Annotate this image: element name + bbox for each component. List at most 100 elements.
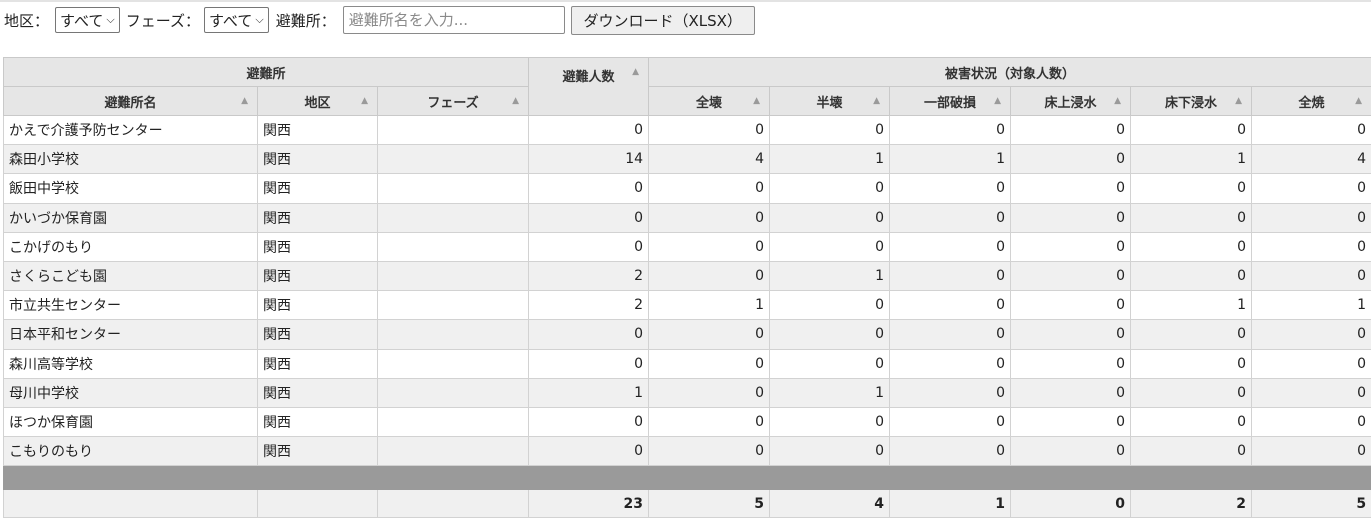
cell-area: 関西 [257, 319, 378, 350]
cell-partial-damage: 0 [889, 377, 1012, 408]
column-header-label: 全焼 [1298, 95, 1325, 111]
cell-partial-damage: 0 [889, 231, 1012, 262]
cell-phase [376, 406, 530, 438]
cell-total-collapse: 0 [648, 260, 771, 292]
chevron-down-icon: ⌵ [106, 13, 115, 26]
cell-area: 関西 [257, 348, 378, 379]
group-header-shelter: 避難所 [2, 57, 530, 87]
sort-icon: ▲ [512, 96, 520, 106]
table-row[interactable]: 市立共生センター 関西 2 1 0 0 0 1 1 [3, 290, 1371, 321]
cell-half-collapse: 0 [769, 436, 891, 467]
cell-area: 関西 [257, 173, 378, 204]
cell-shelter-name: こもりのもり [3, 436, 258, 467]
table-row[interactable]: こもりのもり 関西 0 0 0 0 0 0 0 [3, 436, 1371, 467]
separator-cell [2, 465, 1371, 491]
cell-evacuees: 0 [528, 173, 650, 204]
column-header-label: 床下浸水 [1165, 95, 1218, 111]
cell-below-floor-flood: 0 [1130, 202, 1253, 233]
sort-icon: ▲ [632, 67, 640, 77]
cell-area: 関西 [257, 114, 378, 146]
cell-evacuees: 2 [528, 290, 650, 321]
cell-partial-damage: 1 [889, 144, 1012, 175]
cell-shelter-name: 森田小学校 [3, 144, 258, 175]
cell-phase [376, 436, 530, 467]
table-row[interactable]: 飯田中学校 関西 0 0 0 0 0 0 0 [3, 173, 1371, 204]
sort-icon: ▲ [1355, 96, 1363, 106]
cell-partial-damage: 0 [889, 348, 1012, 379]
cell-total-fire: 4 [1251, 144, 1371, 175]
column-header-total-fire[interactable]: 全焼 ▲ [1251, 86, 1371, 116]
cell-shelter-name: 母川中学校 [3, 377, 258, 408]
column-header-total-collapse[interactable]: 全壊 ▲ [648, 86, 771, 116]
cell-above-floor-flood: 0 [1010, 436, 1132, 467]
cell-above-floor-flood: 0 [1010, 290, 1132, 321]
totals-row: 23 5 4 1 0 2 5 [3, 489, 1371, 518]
download-xlsx-button[interactable]: ダウンロード（XLSX） [570, 5, 755, 35]
cell-partial-damage: 0 [889, 260, 1012, 292]
cell-shelter-name: 森川高等学校 [3, 348, 258, 379]
chevron-down-icon: ⌵ [255, 13, 264, 26]
cell-below-floor-flood: 0 [1130, 436, 1253, 467]
cell-evacuees: 0 [528, 202, 650, 233]
cell-shelter-name: さくらこども園 [3, 260, 258, 292]
cell-area: 関西 [257, 377, 378, 408]
sort-icon: ▲ [361, 96, 368, 106]
cell-evacuees: 0 [528, 114, 650, 146]
area-select[interactable]: すべて ⌵ [55, 7, 120, 33]
column-header-above-floor-flood[interactable]: 床上浸水 ▲ [1010, 86, 1132, 116]
cell-above-floor-flood: 0 [1010, 260, 1132, 292]
cell-total-collapse: 0 [648, 114, 771, 146]
cell-shelter-name: 日本平和センター [3, 319, 258, 350]
cell-shelter-name: かえで介護予防センター [3, 114, 258, 146]
total-empty-cell [376, 489, 530, 518]
cell-above-floor-flood: 0 [1010, 202, 1132, 233]
cell-total-collapse: 0 [648, 377, 771, 408]
column-header-phase[interactable]: フェーズ ▲ [376, 86, 530, 116]
column-header-label: フェーズ [427, 95, 479, 111]
table-row[interactable]: かいづか保育園 関西 0 0 0 0 0 0 0 [3, 202, 1371, 233]
cell-half-collapse: 0 [769, 290, 891, 321]
table-row[interactable]: 母川中学校 関西 1 0 1 0 0 0 0 [3, 377, 1371, 408]
cell-above-floor-flood: 0 [1010, 231, 1132, 262]
table-row[interactable]: かえで介護予防センター 関西 0 0 0 0 0 0 0 [3, 114, 1371, 146]
cell-total-collapse: 4 [648, 144, 771, 175]
cell-half-collapse: 0 [769, 202, 891, 233]
cell-partial-damage: 0 [889, 406, 1012, 438]
cell-above-floor-flood: 0 [1010, 319, 1132, 350]
shelter-filter-label: 避難所： [275, 11, 336, 30]
cell-evacuees: 2 [528, 260, 650, 292]
phase-select[interactable]: すべて ⌵ [203, 7, 269, 33]
table-row[interactable]: 日本平和センター 関西 0 0 0 0 0 0 0 [3, 319, 1371, 350]
cell-phase [376, 202, 530, 233]
table-row[interactable]: 森田小学校 関西 14 4 1 1 0 1 4 [3, 144, 1371, 175]
cell-phase [376, 173, 530, 204]
cell-total-fire: 0 [1251, 436, 1371, 467]
cell-below-floor-flood: 0 [1130, 377, 1253, 408]
total-empty-cell [3, 489, 258, 518]
table-row[interactable]: 森川高等学校 関西 0 0 0 0 0 0 0 [3, 348, 1371, 379]
column-header-shelter-name[interactable]: 避難所名 ▲ [3, 86, 258, 116]
column-header-evacuees[interactable]: 避難人数 ▲ [528, 57, 650, 116]
cell-partial-damage: 0 [889, 173, 1012, 204]
cell-half-collapse: 1 [769, 144, 891, 175]
cell-evacuees: 14 [528, 144, 650, 175]
column-header-label: 全壊 [696, 95, 723, 111]
shelter-search-input[interactable] [342, 6, 565, 34]
table-row[interactable]: さくらこども園 関西 2 0 1 0 0 0 0 [3, 260, 1371, 292]
column-header-half-collapse[interactable]: 半壊 ▲ [769, 86, 891, 116]
cell-total-collapse: 1 [648, 290, 771, 321]
table-row[interactable]: ほつか保育園 関西 0 0 0 0 0 0 0 [3, 406, 1371, 438]
cell-total-collapse: 0 [648, 406, 771, 438]
column-header-partial-damage[interactable]: 一部破損 ▲ [889, 86, 1012, 116]
cell-above-floor-flood: 0 [1010, 173, 1132, 204]
cell-phase [376, 348, 530, 379]
cell-below-floor-flood: 1 [1130, 144, 1253, 175]
cell-half-collapse: 0 [769, 348, 891, 379]
shelter-damage-table: 避難所 避難人数 ▲ 被害状況（対象人数） 避難所名 ▲ 地区 ▲ フェーズ ▲ 全壊… [2, 57, 1371, 518]
cell-total-fire: 0 [1251, 348, 1371, 379]
column-header-below-floor-flood[interactable]: 床下浸水 ▲ [1130, 86, 1253, 116]
table-row[interactable]: こかげのもり 関西 0 0 0 0 0 0 0 [3, 231, 1371, 262]
total-cell-total-fire: 5 [1251, 489, 1371, 518]
column-header-area[interactable]: 地区 ▲ [257, 86, 378, 116]
sort-icon: ▲ [241, 96, 248, 106]
